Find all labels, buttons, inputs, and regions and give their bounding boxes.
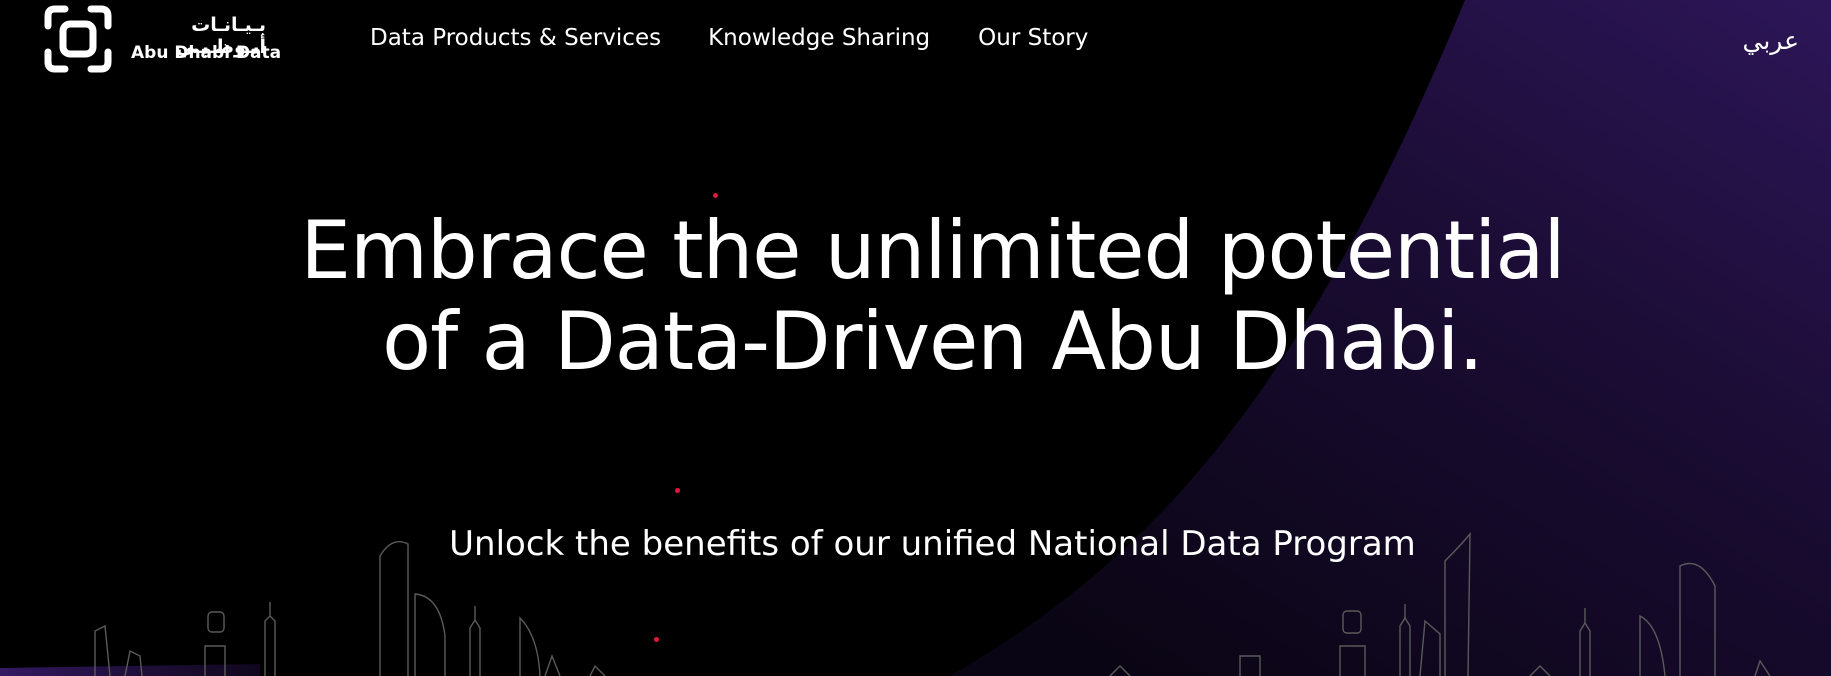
- nav-our-story[interactable]: Our Story: [978, 24, 1088, 52]
- hero-subtitle: Unlock the benefits of our unified Natio…: [449, 524, 1416, 564]
- decorative-dot: [713, 193, 718, 198]
- hero-title: Embrace the unlimited potential of a Dat…: [300, 204, 1565, 388]
- page: بـيـانـات أبـوظـبـي Abu Dhabi Data Data …: [0, 0, 1831, 676]
- nav-data-products-services[interactable]: Data Products & Services: [370, 24, 661, 52]
- bracket-square-logo-icon: [44, 5, 112, 73]
- language-toggle-arabic[interactable]: عربي: [1742, 26, 1799, 56]
- logo-english-text: Abu Dhabi Data: [131, 43, 282, 63]
- decorative-dot: [675, 488, 680, 493]
- nav-knowledge-sharing[interactable]: Knowledge Sharing: [708, 24, 930, 52]
- logo-home-link[interactable]: بـيـانـات أبـوظـبـي Abu Dhabi Data: [43, 4, 281, 76]
- decorative-dot: [654, 637, 659, 642]
- main-navigation: Data Products & Services Knowledge Shari…: [370, 24, 1088, 52]
- site-header: بـيـانـات أبـوظـبـي Abu Dhabi Data Data …: [0, 0, 1831, 80]
